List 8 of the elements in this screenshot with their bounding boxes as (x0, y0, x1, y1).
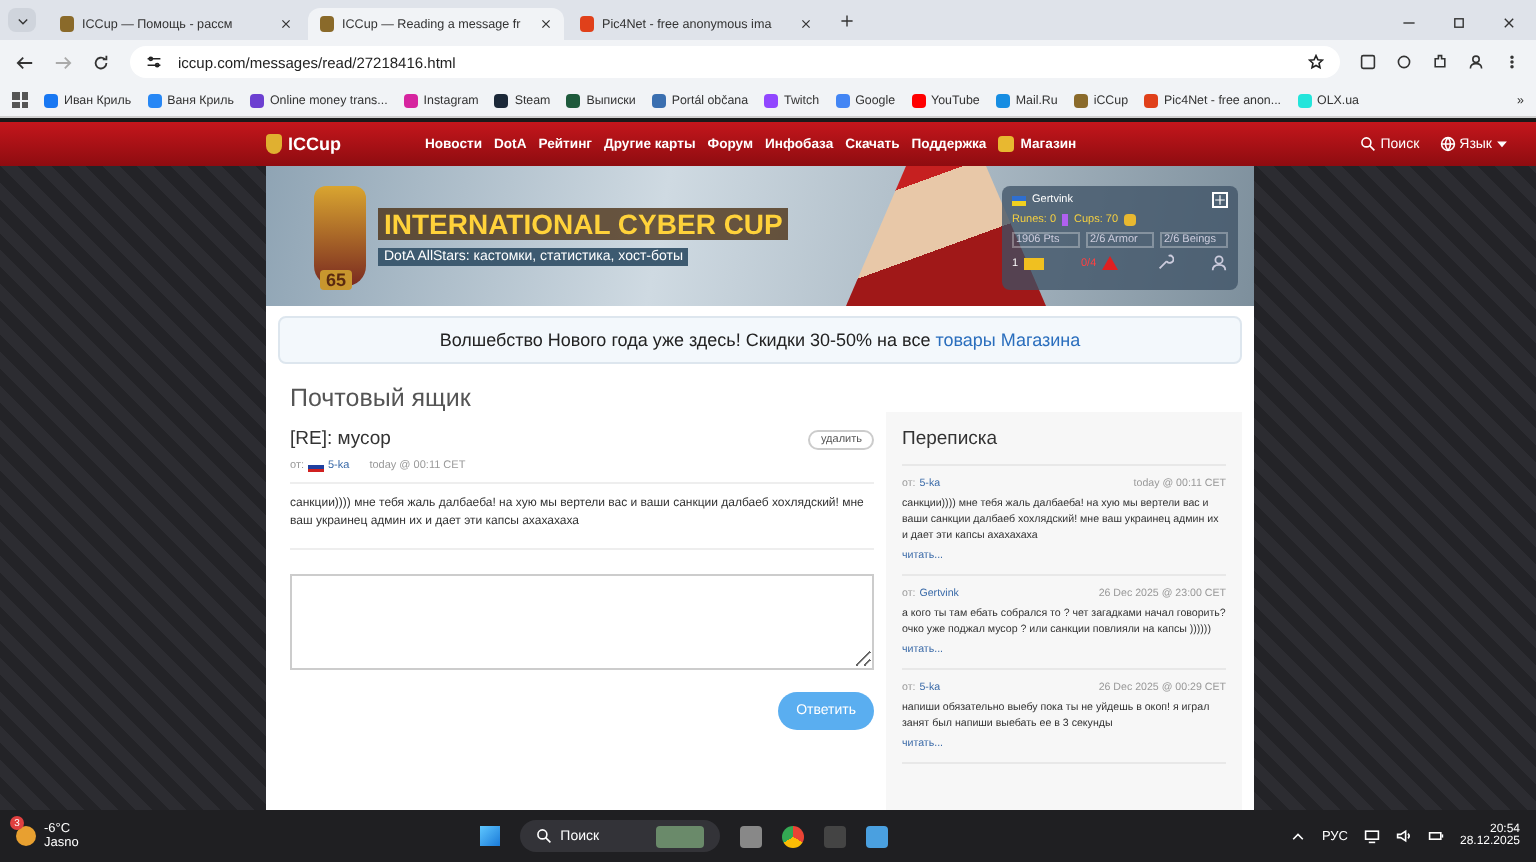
panel-title: Переписка (902, 428, 1226, 466)
page-title: Почтовый ящик (290, 384, 473, 412)
promo-text: Волшебство Нового года уже здесь! Скидки 30-50% на все товары Магазина (439, 330, 1081, 350)
level-badge: 65 (320, 270, 353, 290)
shop-link[interactable]: товары Магазина (935, 330, 1081, 350)
site-logo[interactable]: ICCup (288, 134, 341, 154)
banner-title: INTERNATIONAL CYBER CUP (378, 207, 789, 239)
message-subject: [RE]: мусор (290, 428, 391, 450)
